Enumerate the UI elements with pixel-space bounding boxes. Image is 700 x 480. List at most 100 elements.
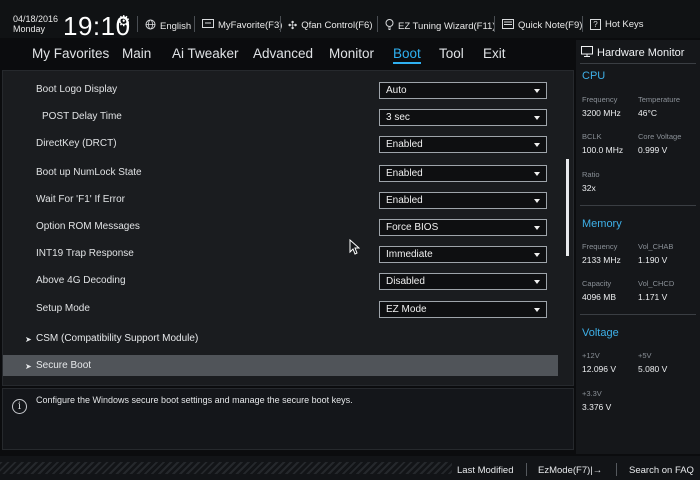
chevron-down-icon <box>534 308 540 312</box>
hot-keys-button[interactable]: ? Hot Keys <box>590 19 644 30</box>
ez-tuning-button[interactable]: EZ Tuning Wizard(F11) <box>385 19 496 33</box>
boot-settings-panel: Boot Logo Display Auto POST Delay Time 3… <box>2 70 574 386</box>
int19-select[interactable]: Immediate <box>379 246 547 263</box>
favorite-icon <box>202 19 214 32</box>
setup-mode-label: Setup Mode <box>36 303 90 314</box>
cpu-frequency-label: Frequency <box>582 95 618 104</box>
tab-main[interactable]: Main <box>122 46 151 61</box>
chevron-down-icon <box>534 172 540 176</box>
divider <box>582 16 583 32</box>
quick-note-button[interactable]: Quick Note(F9) <box>502 19 582 32</box>
chevron-down-icon <box>534 280 540 284</box>
scrollbar[interactable] <box>566 159 569 256</box>
help-icon: ? <box>590 19 601 30</box>
tab-exit[interactable]: Exit <box>483 46 506 61</box>
qfan-label: Qfan Control(F6) <box>301 20 373 31</box>
core-voltage-value: 0.999 V <box>638 145 668 155</box>
above4g-value: Disabled <box>386 276 425 287</box>
v5-value: 5.080 V <box>638 364 668 374</box>
mem-frequency-label: Frequency <box>582 242 618 251</box>
search-faq-button[interactable]: Search on FAQ <box>629 465 694 476</box>
secure-boot-label: Secure Boot <box>36 360 92 371</box>
v12-value: 12.096 V <box>582 364 617 374</box>
option-rom-label: Option ROM Messages <box>36 221 140 232</box>
divider <box>280 16 281 32</box>
last-modified-button[interactable]: Last Modified <box>457 465 514 476</box>
bulb-icon <box>385 19 394 33</box>
globe-icon <box>145 19 156 33</box>
directkey-label: DirectKey (DRCT) <box>36 138 117 149</box>
chevron-down-icon <box>534 226 540 230</box>
language-button[interactable]: English <box>145 19 191 33</box>
post-delay-select[interactable]: 3 sec <box>379 109 547 126</box>
voltage-section-title: Voltage <box>582 327 619 339</box>
bclk-label: BCLK <box>582 132 602 141</box>
date-display: 04/18/2016 Monday <box>13 14 58 34</box>
chevron-down-icon <box>534 143 540 147</box>
divider <box>616 463 617 476</box>
directkey-value: Enabled <box>386 139 423 150</box>
ratio-value: 32x <box>582 183 596 193</box>
top-status-bar: 04/18/2016 Monday 19:10 ⚙ English MyFavo… <box>0 0 700 40</box>
wait-f1-value: Enabled <box>386 195 423 206</box>
day-text: Monday <box>13 24 46 34</box>
chevron-right-icon: ➤ <box>25 335 32 344</box>
hardware-monitor-label: Hardware Monitor <box>597 47 685 59</box>
date-text: 04/18/2016 <box>13 14 59 24</box>
numlock-select[interactable]: Enabled <box>379 165 547 182</box>
divider <box>494 16 495 32</box>
above4g-select[interactable]: Disabled <box>379 273 547 290</box>
language-label: English <box>160 20 192 32</box>
hardware-monitor-panel: Hardware Monitor CPU Frequency Temperatu… <box>576 40 700 454</box>
ratio-label: Ratio <box>582 170 600 179</box>
core-voltage-label: Core Voltage <box>638 132 682 141</box>
setup-mode-select[interactable]: EZ Mode <box>379 301 547 318</box>
directkey-select[interactable]: Enabled <box>379 136 547 153</box>
vol-chcd-label: Vol_CHCD <box>638 279 675 288</box>
int19-value: Immediate <box>386 249 433 260</box>
divider <box>526 463 527 476</box>
cpu-frequency-value: 3200 MHz <box>582 108 621 118</box>
option-rom-select[interactable]: Force BIOS <box>379 219 547 236</box>
fan-icon: ✣ <box>288 20 298 32</box>
ezmode-button[interactable]: EzMode(F7)|→ <box>538 465 602 476</box>
chevron-down-icon <box>534 116 540 120</box>
cpu-section-title: CPU <box>582 70 606 82</box>
boot-logo-value: Auto <box>386 85 407 96</box>
monitor-icon <box>581 46 593 60</box>
chevron-right-icon: ➤ <box>25 362 32 371</box>
post-delay-label: POST Delay Time <box>42 111 122 122</box>
boot-logo-select[interactable]: Auto <box>379 82 547 99</box>
numlock-value: Enabled <box>386 168 423 179</box>
tab-ai-tweaker[interactable]: Ai Tweaker <box>172 46 239 61</box>
tab-tool[interactable]: Tool <box>439 46 464 61</box>
numlock-label: Boot up NumLock State <box>36 167 142 178</box>
main-tab-bar: My Favorites Main Ai Tweaker Advanced Mo… <box>0 38 575 68</box>
above4g-label: Above 4G Decoding <box>36 275 126 286</box>
memory-section-title: Memory <box>582 218 622 230</box>
tab-monitor[interactable]: Monitor <box>329 46 374 61</box>
qfan-button[interactable]: ✣ Qfan Control(F6) <box>288 19 373 32</box>
tab-boot[interactable]: Boot <box>393 46 421 64</box>
capacity-label: Capacity <box>582 279 612 288</box>
post-delay-value: 3 sec <box>386 112 410 123</box>
chevron-down-icon <box>534 253 540 257</box>
secure-boot-submenu[interactable]: Secure Boot <box>3 355 558 376</box>
tab-my-favorites[interactable]: My Favorites <box>32 46 109 61</box>
help-text: Configure the Windows secure boot settin… <box>36 395 353 405</box>
myfavorite-button[interactable]: MyFavorite(F3) <box>202 19 282 32</box>
boot-logo-label: Boot Logo Display <box>36 84 118 95</box>
wait-f1-select[interactable]: Enabled <box>379 192 547 209</box>
gear-icon[interactable]: ⚙ <box>117 12 130 30</box>
int19-label: INT19 Trap Response <box>36 248 134 259</box>
option-rom-value: Force BIOS <box>386 222 439 233</box>
divider <box>377 16 378 32</box>
csm-submenu[interactable]: CSM (Compatibility Support Module) <box>36 333 198 344</box>
divider <box>137 16 138 32</box>
help-description-bar: i Configure the Windows secure boot sett… <box>2 388 574 450</box>
v33-value: 3.376 V <box>582 402 612 412</box>
tab-advanced[interactable]: Advanced <box>253 46 313 61</box>
ez-tuning-label: EZ Tuning Wizard(F11) <box>398 20 496 32</box>
mem-frequency-value: 2133 MHz <box>582 255 621 265</box>
chevron-down-icon <box>534 199 540 203</box>
